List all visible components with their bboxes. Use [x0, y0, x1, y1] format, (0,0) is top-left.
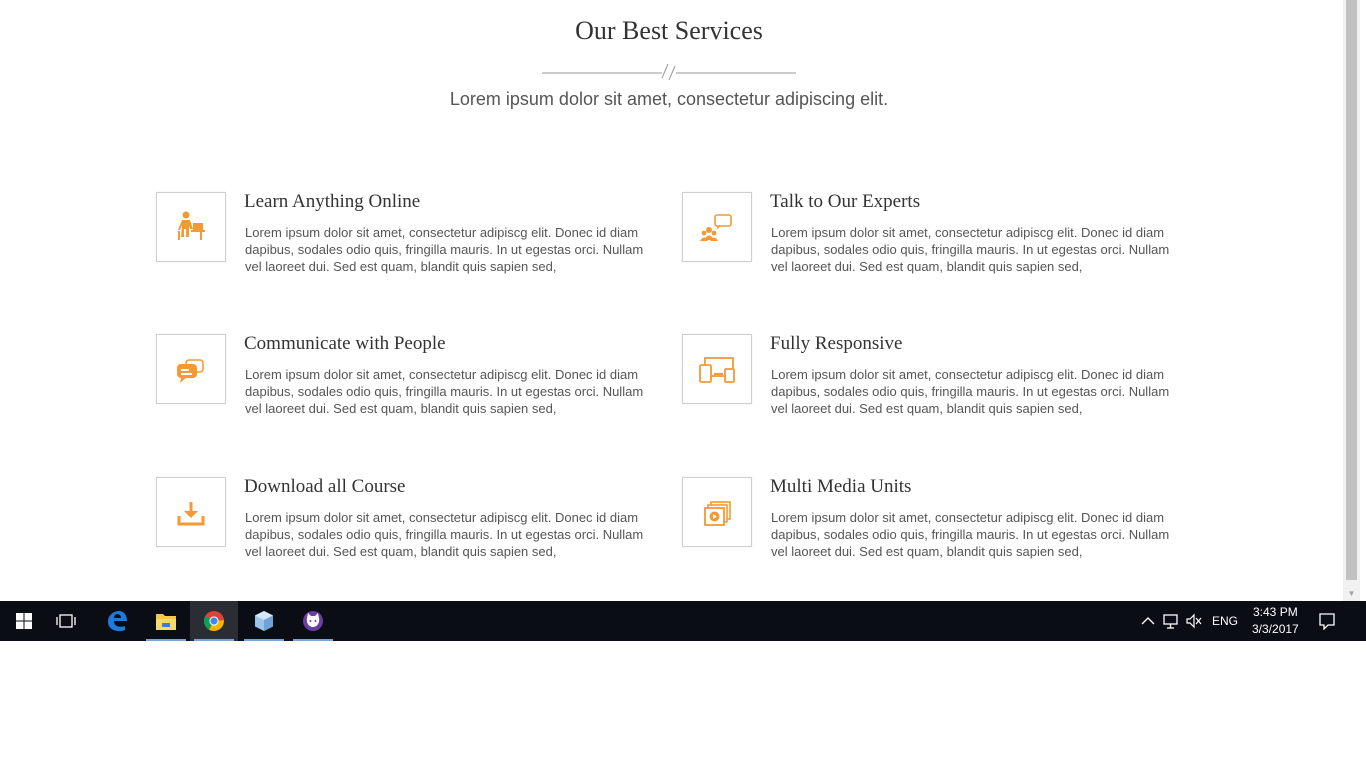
- service-responsive: Fully Responsive Lorem ipsum dolor sit a…: [682, 333, 1182, 424]
- browser-viewport: Our Best Services Lorem ipsum dolor sit …: [0, 0, 1343, 601]
- clock-date[interactable]: 3/3/2017: [1252, 622, 1299, 636]
- running-indicator: [293, 639, 333, 641]
- service-icon-box: [156, 334, 226, 404]
- vertical-scrollbar[interactable]: ▼: [1343, 0, 1360, 601]
- network-icon[interactable]: [1162, 612, 1180, 630]
- taskbar-chrome[interactable]: [190, 601, 238, 641]
- service-download-course: Download all Course Lorem ipsum dolor si…: [156, 476, 656, 567]
- service-communicate: Communicate with People Lorem ipsum dolo…: [156, 333, 656, 424]
- start-button[interactable]: [0, 601, 48, 641]
- service-icon-box: [682, 477, 752, 547]
- page-title: Our Best Services: [575, 16, 763, 45]
- service-learn-online: Learn Anything Online Lorem ipsum dolor …: [156, 191, 656, 282]
- service-title: Fully Responsive: [770, 333, 903, 354]
- service-description: Lorem ipsum dolor sit amet, consectetur …: [771, 225, 1170, 274]
- service-icon-box: [682, 334, 752, 404]
- box-app-icon: [255, 611, 273, 631]
- service-icon-box: [156, 477, 226, 547]
- responsive-devices-icon: [699, 357, 735, 383]
- taskbar-file-explorer[interactable]: [142, 601, 190, 641]
- service-description: Lorem ipsum dolor sit amet, consectetur …: [771, 367, 1170, 416]
- running-indicator: [244, 639, 284, 641]
- scroll-down-arrow-icon[interactable]: ▼: [1343, 584, 1360, 601]
- edge-icon: [108, 611, 127, 632]
- cat-app-icon: [303, 611, 323, 631]
- service-title: Download all Course: [244, 476, 406, 497]
- scrollbar-thumb[interactable]: [1346, 0, 1357, 580]
- running-indicator: [194, 639, 234, 641]
- service-talk-experts: Talk to Our Experts Lorem ipsum dolor si…: [682, 191, 1182, 282]
- chrome-icon: [203, 611, 224, 632]
- volume-muted-icon[interactable]: [1185, 612, 1203, 630]
- input-language[interactable]: ENG: [1212, 614, 1238, 628]
- title-divider: [542, 63, 796, 81]
- taskbar-box-app[interactable]: [240, 601, 288, 641]
- clock-time[interactable]: 3:43 PM: [1253, 605, 1298, 619]
- file-explorer-icon: [156, 614, 176, 630]
- service-description: Lorem ipsum dolor sit amet, consectetur …: [245, 510, 644, 559]
- service-icon-box: [682, 192, 752, 262]
- media-stack-icon: [704, 501, 731, 526]
- running-indicator: [146, 639, 186, 641]
- service-description: Lorem ipsum dolor sit amet, consectetur …: [245, 225, 644, 274]
- task-view-button[interactable]: [42, 601, 90, 641]
- group-chat-icon: [700, 214, 732, 241]
- taskbar-cat-app[interactable]: [289, 601, 337, 641]
- service-title: Multi Media Units: [770, 476, 912, 497]
- download-icon: [177, 502, 205, 526]
- page-subtitle: Lorem ipsum dolor sit amet, consectetur …: [449, 89, 889, 109]
- service-title: Talk to Our Experts: [770, 191, 921, 212]
- student-desk-icon: [178, 211, 205, 240]
- task-view-icon: [56, 614, 76, 628]
- chat-bubbles-icon: [177, 359, 204, 383]
- service-multimedia: Multi Media Units Lorem ipsum dolor sit …: [682, 476, 1182, 567]
- windows-start-icon: [16, 613, 32, 629]
- service-title: Learn Anything Online: [244, 191, 421, 212]
- service-description: Lorem ipsum dolor sit amet, consectetur …: [245, 367, 644, 416]
- service-title: Communicate with People: [244, 333, 446, 354]
- show-hidden-icons-chevron-icon[interactable]: [1139, 612, 1157, 630]
- service-description: Lorem ipsum dolor sit amet, consectetur …: [771, 510, 1170, 559]
- taskbar-edge[interactable]: [93, 601, 141, 641]
- windows-taskbar: ENG 3:43 PM 3/3/2017: [0, 601, 1366, 641]
- action-center-icon[interactable]: [1318, 612, 1336, 630]
- service-icon-box: [156, 192, 226, 262]
